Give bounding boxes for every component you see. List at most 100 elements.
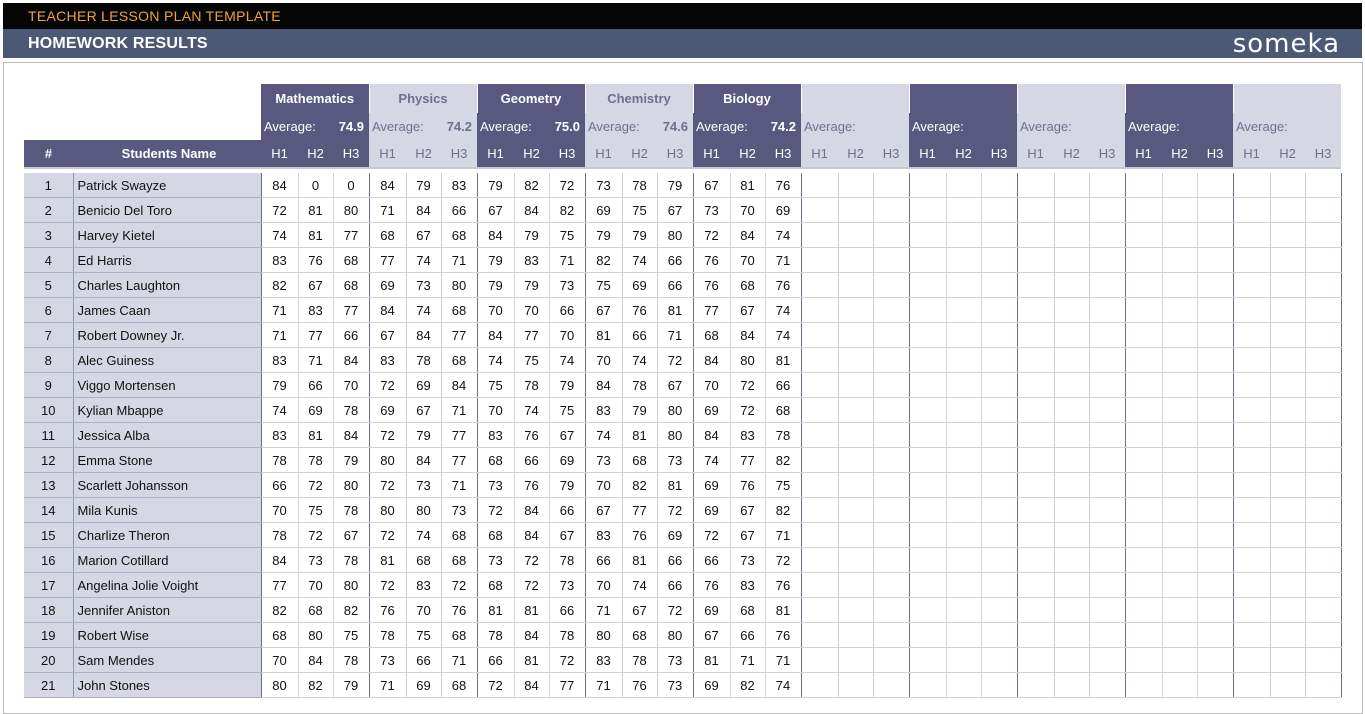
score-cell[interactable]: 67 <box>585 497 623 523</box>
score-cell[interactable]: 77 <box>549 672 586 698</box>
score-cell[interactable] <box>838 597 874 623</box>
score-cell[interactable]: 82 <box>298 672 334 698</box>
score-cell[interactable] <box>873 597 910 623</box>
student-name[interactable]: Mila Kunis <box>72 497 261 523</box>
score-cell[interactable]: 70 <box>260 647 299 673</box>
score-cell[interactable]: 79 <box>549 472 586 498</box>
score-cell[interactable]: 81 <box>693 647 731 673</box>
score-cell[interactable]: 68 <box>441 672 478 698</box>
score-cell[interactable] <box>873 347 910 373</box>
score-cell[interactable] <box>981 497 1018 523</box>
score-cell[interactable]: 78 <box>333 647 370 673</box>
score-cell[interactable]: 83 <box>406 572 442 598</box>
score-cell[interactable] <box>1305 222 1342 248</box>
score-cell[interactable]: 84 <box>441 372 478 398</box>
score-cell[interactable] <box>873 672 910 698</box>
score-cell[interactable]: 67 <box>730 297 766 323</box>
score-cell[interactable]: 69 <box>765 197 802 223</box>
score-cell[interactable] <box>838 197 874 223</box>
score-cell[interactable] <box>873 372 910 398</box>
score-cell[interactable]: 80 <box>333 572 370 598</box>
score-cell[interactable] <box>1089 597 1126 623</box>
score-cell[interactable]: 78 <box>260 522 299 548</box>
score-cell[interactable] <box>873 522 910 548</box>
score-cell[interactable]: 81 <box>730 173 766 198</box>
score-cell[interactable]: 68 <box>441 347 478 373</box>
score-cell[interactable] <box>1017 522 1055 548</box>
score-cell[interactable] <box>909 647 947 673</box>
score-cell[interactable]: 69 <box>693 597 731 623</box>
score-cell[interactable]: 67 <box>549 522 586 548</box>
score-cell[interactable] <box>981 197 1018 223</box>
score-cell[interactable] <box>981 622 1018 648</box>
score-cell[interactable]: 69 <box>406 372 442 398</box>
score-cell[interactable]: 72 <box>298 522 334 548</box>
score-cell[interactable] <box>1017 347 1055 373</box>
score-cell[interactable]: 78 <box>765 422 802 448</box>
score-cell[interactable] <box>1270 597 1306 623</box>
score-cell[interactable]: 82 <box>514 173 550 198</box>
score-cell[interactable]: 79 <box>406 173 442 198</box>
score-cell[interactable]: 81 <box>657 472 694 498</box>
score-cell[interactable] <box>1270 222 1306 248</box>
score-cell[interactable] <box>1089 297 1126 323</box>
score-cell[interactable] <box>946 522 982 548</box>
score-cell[interactable]: 66 <box>549 597 586 623</box>
score-cell[interactable] <box>1089 347 1126 373</box>
score-cell[interactable] <box>873 547 910 573</box>
score-cell[interactable]: 71 <box>657 322 694 348</box>
score-cell[interactable] <box>1305 547 1342 573</box>
score-cell[interactable] <box>909 372 947 398</box>
score-cell[interactable] <box>1233 672 1271 698</box>
score-cell[interactable]: 68 <box>441 297 478 323</box>
score-cell[interactable] <box>1197 322 1234 348</box>
score-cell[interactable]: 68 <box>333 272 370 298</box>
score-cell[interactable] <box>1162 173 1198 198</box>
score-cell[interactable]: 77 <box>260 572 299 598</box>
score-cell[interactable] <box>1233 622 1271 648</box>
score-cell[interactable] <box>1089 173 1126 198</box>
score-cell[interactable] <box>909 297 947 323</box>
score-cell[interactable]: 71 <box>730 647 766 673</box>
score-cell[interactable]: 73 <box>369 647 407 673</box>
score-cell[interactable] <box>1197 472 1234 498</box>
score-cell[interactable]: 79 <box>406 422 442 448</box>
score-cell[interactable] <box>1017 597 1055 623</box>
score-cell[interactable] <box>946 173 982 198</box>
score-cell[interactable] <box>1054 447 1090 473</box>
score-cell[interactable] <box>1270 522 1306 548</box>
score-cell[interactable] <box>1089 397 1126 423</box>
score-cell[interactable]: 73 <box>549 272 586 298</box>
score-cell[interactable]: 67 <box>657 372 694 398</box>
score-cell[interactable] <box>1017 397 1055 423</box>
score-cell[interactable]: 66 <box>333 322 370 348</box>
score-cell[interactable] <box>1270 422 1306 448</box>
student-name[interactable]: John Stones <box>72 672 261 698</box>
score-cell[interactable]: 81 <box>514 647 550 673</box>
score-cell[interactable] <box>1054 372 1090 398</box>
score-cell[interactable] <box>801 572 839 598</box>
score-cell[interactable] <box>1017 297 1055 323</box>
score-cell[interactable] <box>981 422 1018 448</box>
score-cell[interactable] <box>1017 572 1055 598</box>
score-cell[interactable] <box>838 397 874 423</box>
score-cell[interactable] <box>981 297 1018 323</box>
score-cell[interactable] <box>981 173 1018 198</box>
score-cell[interactable] <box>1270 497 1306 523</box>
score-cell[interactable]: 66 <box>657 272 694 298</box>
score-cell[interactable] <box>1162 472 1198 498</box>
score-cell[interactable]: 76 <box>765 622 802 648</box>
score-cell[interactable]: 79 <box>622 397 658 423</box>
subject-header[interactable]: Physics <box>369 84 478 113</box>
score-cell[interactable] <box>1305 647 1342 673</box>
score-cell[interactable]: 67 <box>477 197 515 223</box>
score-cell[interactable] <box>1054 422 1090 448</box>
score-cell[interactable] <box>981 222 1018 248</box>
score-cell[interactable]: 83 <box>585 647 623 673</box>
score-cell[interactable] <box>838 222 874 248</box>
subject-header[interactable]: Chemistry <box>585 84 694 113</box>
score-cell[interactable]: 80 <box>369 447 407 473</box>
score-cell[interactable] <box>801 272 839 298</box>
score-cell[interactable]: 74 <box>622 572 658 598</box>
score-cell[interactable]: 84 <box>514 672 550 698</box>
